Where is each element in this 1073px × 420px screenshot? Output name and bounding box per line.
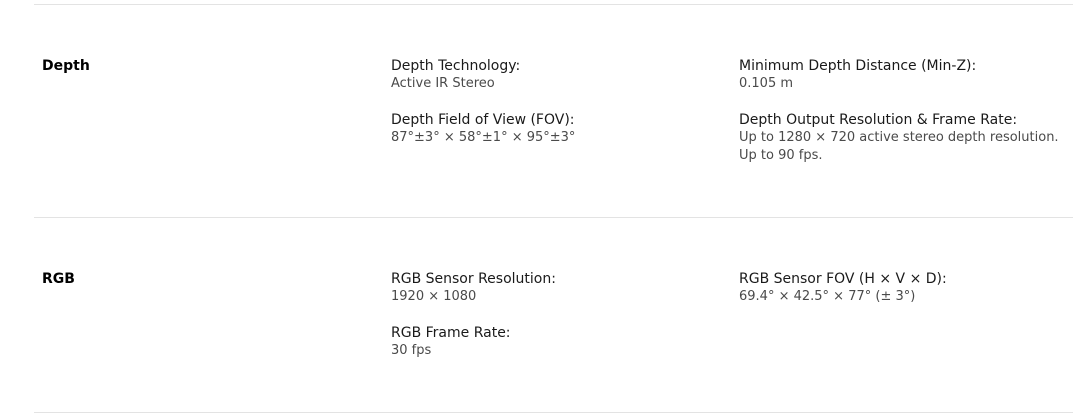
divider-bottom	[34, 412, 1073, 413]
spec-value: Active IR Stereo	[391, 76, 495, 91]
spec-item-rgb-sensor-fov: RGB Sensor FOV (H × V × D): 69.4° × 42.5…	[739, 270, 1069, 306]
spec-item-depth-technology: Depth Technology: Active IR Stereo	[391, 57, 721, 93]
spec-value: 1920 × 1080	[391, 289, 477, 304]
spec-item-depth-output-resolution: Depth Output Resolution & Frame Rate: Up…	[739, 111, 1069, 165]
spec-item-rgb-frame-rate: RGB Frame Rate: 30 fps	[391, 324, 721, 360]
spec-value: 87°±3° × 58°±1° × 95°±3°	[391, 130, 576, 145]
section-title: Depth	[42, 58, 90, 74]
spec-value: 30 fps	[391, 343, 432, 358]
spec-label: Minimum Depth Distance (Min-Z):	[739, 58, 977, 74]
spec-item-min-depth-distance: Minimum Depth Distance (Min-Z): 0.105 m	[739, 57, 1069, 93]
spec-label: RGB Frame Rate:	[391, 325, 511, 341]
spec-label: RGB Sensor Resolution:	[391, 271, 556, 287]
spec-value: 69.4° × 42.5° × 77° (± 3°)	[739, 289, 916, 304]
spec-column-left: Depth Technology: Active IR Stereo Depth…	[391, 57, 721, 165]
divider-middle	[34, 217, 1073, 218]
spec-value: Up to 90 fps.	[739, 148, 823, 163]
spec-item-rgb-sensor-resolution: RGB Sensor Resolution: 1920 × 1080	[391, 270, 721, 306]
spec-column-right: RGB Sensor FOV (H × V × D): 69.4° × 42.5…	[739, 270, 1069, 324]
spec-label: Depth Output Resolution & Frame Rate:	[739, 112, 1018, 128]
spec-column-right: Minimum Depth Distance (Min-Z): 0.105 m …	[739, 57, 1069, 183]
spec-column-left: RGB Sensor Resolution: 1920 × 1080 RGB F…	[391, 270, 721, 378]
spec-value: Up to 1280 × 720 active stereo depth res…	[739, 130, 1059, 145]
spec-item-depth-fov: Depth Field of View (FOV): 87°±3° × 58°±…	[391, 111, 721, 147]
section-title: RGB	[42, 271, 75, 287]
divider-top	[34, 4, 1073, 5]
spec-label: Depth Technology:	[391, 58, 521, 74]
spec-label: RGB Sensor FOV (H × V × D):	[739, 271, 947, 287]
spec-label: Depth Field of View (FOV):	[391, 112, 575, 128]
spec-value: 0.105 m	[739, 76, 794, 91]
